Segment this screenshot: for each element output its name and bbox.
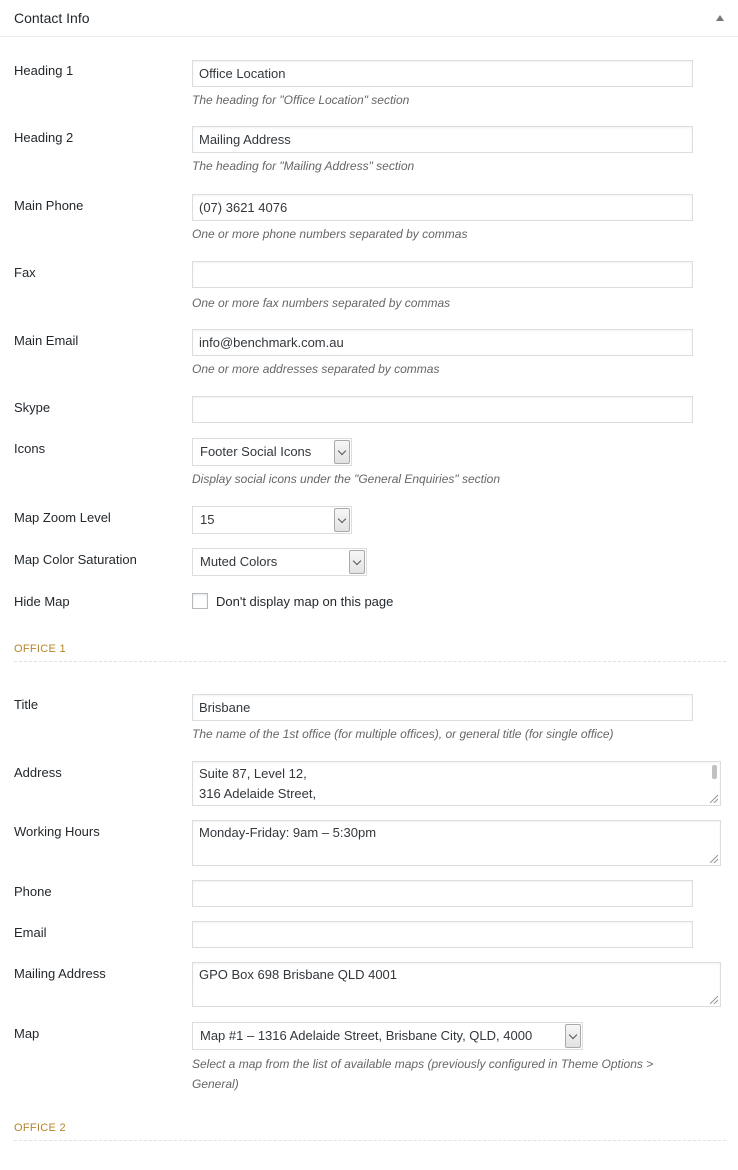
heading-2-input[interactable]: Mailing Address <box>192 126 693 153</box>
contact-info-panel: Contact Info Heading 1 Office Location T… <box>0 0 738 1170</box>
main-phone-input[interactable]: (07) 3621 4076 <box>192 194 693 221</box>
office-1-phone-input[interactable] <box>192 880 693 907</box>
hide-map-label: Hide Map <box>14 594 70 609</box>
icons-select-value: Footer Social Icons <box>200 444 312 459</box>
resize-handle-icon[interactable] <box>710 795 718 803</box>
office-1-title-description: The name of the 1st office (for multiple… <box>192 727 614 741</box>
scrollbar-thumb[interactable] <box>712 765 717 779</box>
hide-map-checkbox[interactable] <box>192 593 208 609</box>
map-zoom-select-value: 15 <box>200 512 215 527</box>
map-saturation-label: Map Color Saturation <box>14 552 137 567</box>
office-1-title-label: Title <box>14 697 39 712</box>
office-1-working-hours-label: Working Hours <box>14 824 100 839</box>
chevron-down-icon[interactable] <box>349 550 365 574</box>
heading-2-description: The heading for "Mailing Address" sectio… <box>192 159 415 173</box>
mailing-address-text: GPO Box 698 Brisbane QLD 4001 <box>199 967 398 982</box>
chevron-down-icon[interactable] <box>334 508 350 532</box>
main-phone-label: Main Phone <box>14 198 84 213</box>
working-hours-text: Monday-Friday: 9am – 5:30pm <box>199 825 377 840</box>
hide-map-checkbox-label[interactable]: Don't display map on this page <box>216 594 393 609</box>
heading-2-label: Heading 2 <box>14 130 74 145</box>
office-2-section-title: OFFICE 2 <box>14 1122 726 1141</box>
office-1-address-label: Address <box>14 765 62 780</box>
office-1-section-title: OFFICE 1 <box>14 643 726 662</box>
heading-1-label: Heading 1 <box>14 63 74 78</box>
map-saturation-select[interactable]: Muted Colors <box>192 548 367 576</box>
office-1-map-select-value: Map #1 – 1316 Adelaide Street, Brisbane … <box>200 1028 533 1043</box>
office-1-title-input[interactable]: Brisbane <box>192 694 693 721</box>
office-1-mailing-address-label: Mailing Address <box>14 966 106 981</box>
map-zoom-label: Map Zoom Level <box>14 510 111 525</box>
fax-label: Fax <box>14 265 36 280</box>
panel-title: Contact Info <box>14 10 90 26</box>
heading-1-input[interactable]: Office Location <box>192 60 693 87</box>
resize-handle-icon[interactable] <box>710 855 718 863</box>
address-line-1: Suite 87, Level 12, <box>199 766 307 781</box>
office-1-phone-label: Phone <box>14 884 52 899</box>
main-email-description: One or more addresses separated by comma… <box>192 362 440 376</box>
main-email-label: Main Email <box>14 333 79 348</box>
office-1-map-label: Map <box>14 1026 40 1041</box>
office-1-email-label: Email <box>14 925 47 940</box>
main-email-input[interactable]: info@benchmark.com.au <box>192 329 693 356</box>
main-phone-description: One or more phone numbers separated by c… <box>192 227 468 241</box>
chevron-down-icon[interactable] <box>334 440 350 464</box>
icons-select[interactable]: Footer Social Icons <box>192 438 352 466</box>
skype-label: Skype <box>14 400 51 415</box>
office-1-map-description: Select a map from the list of available … <box>192 1057 654 1091</box>
map-zoom-select[interactable]: 15 <box>192 506 352 534</box>
collapse-arrow-icon[interactable] <box>716 15 724 21</box>
fax-input[interactable] <box>192 261 693 288</box>
office-1-mailing-address-textarea[interactable]: GPO Box 698 Brisbane QLD 4001 <box>192 962 721 1007</box>
resize-handle-icon[interactable] <box>710 996 718 1004</box>
office-1-email-input[interactable] <box>192 921 693 948</box>
panel-header[interactable]: Contact Info <box>0 0 738 37</box>
address-line-2: 316 Adelaide Street, <box>199 786 317 801</box>
heading-1-description: The heading for "Office Location" sectio… <box>192 93 410 107</box>
office-1-working-hours-textarea[interactable]: Monday-Friday: 9am – 5:30pm <box>192 820 721 866</box>
skype-input[interactable] <box>192 396 693 423</box>
chevron-down-icon[interactable] <box>565 1024 581 1048</box>
hide-map-checkbox-wrap[interactable]: Don't display map on this page <box>192 593 393 609</box>
fax-description: One or more fax numbers separated by com… <box>192 296 451 310</box>
icons-description: Display social icons under the "General … <box>192 472 501 486</box>
office-1-map-select[interactable]: Map #1 – 1316 Adelaide Street, Brisbane … <box>192 1022 583 1050</box>
office-1-address-textarea[interactable]: Suite 87, Level 12, 316 Adelaide Street, <box>192 761 721 806</box>
icons-label: Icons <box>14 441 46 456</box>
map-saturation-select-value: Muted Colors <box>200 554 278 569</box>
